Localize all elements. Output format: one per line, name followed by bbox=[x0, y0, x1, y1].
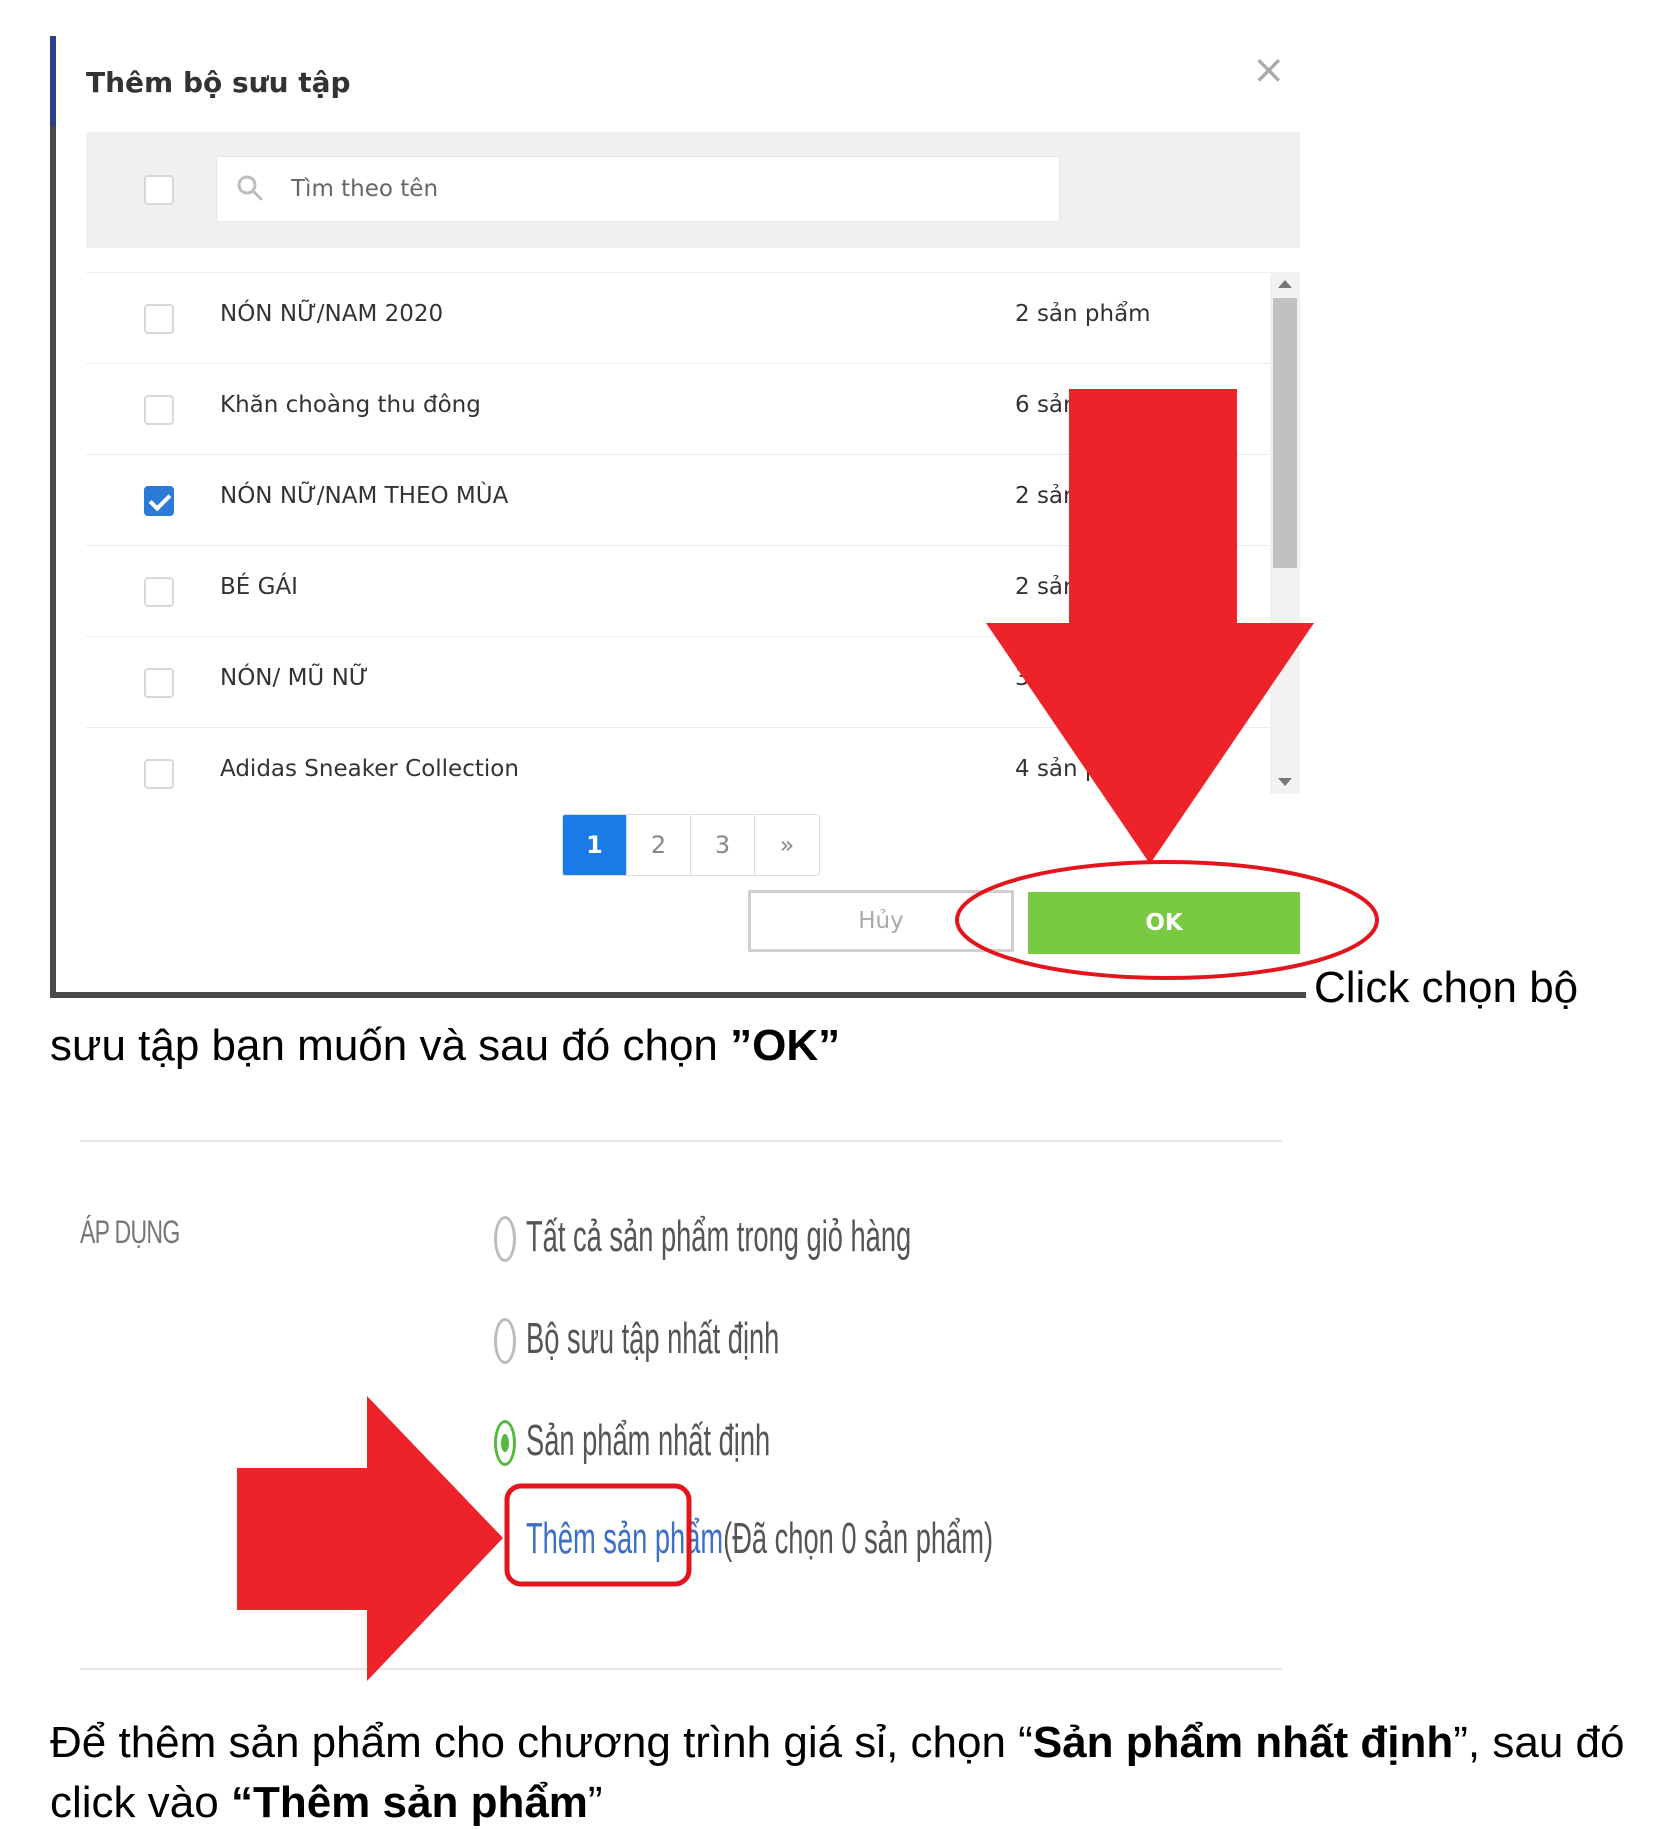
list-scrollbar[interactable] bbox=[1270, 272, 1300, 794]
collection-row[interactable]: BÉ GÁI 2 sản phẩm bbox=[86, 546, 1270, 637]
pagination: 1 2 3 » bbox=[562, 814, 820, 876]
scroll-thumb[interactable] bbox=[1273, 298, 1297, 568]
collection-name: NÓN NỮ/NAM 2020 bbox=[220, 301, 444, 327]
caption-2: Để thêm sản phẩm cho chương trình giá sỉ… bbox=[50, 1713, 1630, 1829]
row-checkbox[interactable] bbox=[144, 304, 174, 334]
add-product-line: Thêm sản phẩm(Đã chọn 0 sản phẩm) bbox=[526, 1514, 993, 1566]
option-label: Bộ sưu tập nhất định bbox=[526, 1314, 780, 1363]
page-1-button[interactable]: 1 bbox=[563, 815, 627, 875]
collection-row[interactable]: Khăn choàng thu đông 6 sản phẩm bbox=[86, 364, 1270, 455]
option-label: Tất cả sản phẩm trong giỏ hàng bbox=[526, 1212, 912, 1261]
collection-row[interactable]: NÓN NỮ/NAM THEO MÙA 2 sản phẩm bbox=[86, 455, 1270, 546]
product-count: 2 sản phẩm bbox=[1015, 574, 1151, 600]
select-all-checkbox[interactable] bbox=[144, 175, 174, 205]
row-checkbox-checked[interactable] bbox=[144, 486, 174, 516]
product-count: 2 sản phẩm bbox=[1015, 301, 1151, 327]
page-3-button[interactable]: 3 bbox=[691, 815, 755, 875]
collection-name: Khăn choàng thu đông bbox=[220, 392, 481, 418]
radio-selected[interactable] bbox=[494, 1420, 516, 1466]
next-page-button[interactable]: » bbox=[755, 815, 819, 875]
caption-1-line-2: sưu tập bạn muốn và sau đó chọn ”OK” bbox=[50, 1016, 840, 1076]
collection-name: Adidas Sneaker Collection bbox=[220, 756, 519, 782]
collection-name: BÉ GÁI bbox=[220, 574, 298, 600]
collection-list: NÓN NỮ/NAM 2020 2 sản phẩm Khăn choàng t… bbox=[86, 272, 1270, 794]
collection-name: NÓN/ MŨ NỮ bbox=[220, 665, 369, 691]
row-checkbox[interactable] bbox=[144, 577, 174, 607]
modal-toolbar bbox=[86, 132, 1300, 248]
page-2-button[interactable]: 2 bbox=[627, 815, 691, 875]
caption-2-bold-2: “Thêm sản phẩm bbox=[230, 1778, 588, 1827]
collection-row[interactable]: NÓN/ MŨ NỮ 3 sản phẩm bbox=[86, 637, 1270, 728]
caption-1-bold: ”OK” bbox=[730, 1021, 841, 1070]
close-icon[interactable]: × bbox=[1252, 50, 1286, 90]
selected-product-info: (Đã chọn 0 sản phẩm) bbox=[723, 1514, 994, 1563]
ok-button[interactable]: OK bbox=[1028, 892, 1300, 954]
caption-2-text-3: ” bbox=[587, 1778, 603, 1827]
product-count: 2 sản phẩm bbox=[1015, 483, 1151, 509]
row-checkbox[interactable] bbox=[144, 395, 174, 425]
row-checkbox[interactable] bbox=[144, 759, 174, 789]
row-checkbox[interactable] bbox=[144, 668, 174, 698]
collection-row[interactable]: NÓN NỮ/NAM 2020 2 sản phẩm bbox=[86, 273, 1270, 364]
modal-title: Thêm bộ sưu tập bbox=[86, 66, 351, 99]
apply-section: ÁP DỤNG Tất cả sản phẩm trong giỏ hàng B… bbox=[80, 1140, 1282, 1670]
search-icon bbox=[237, 175, 263, 201]
search-box bbox=[216, 156, 1060, 222]
caption-2-text-1: Để thêm sản phẩm cho chương trình giá sỉ… bbox=[50, 1718, 1033, 1767]
option-label: Sản phẩm nhất định bbox=[526, 1416, 771, 1465]
radio-unselected[interactable] bbox=[494, 1318, 516, 1364]
add-collection-modal: Thêm bộ sưu tập × NÓN NỮ/NAM 2020 2 sản … bbox=[50, 36, 1306, 998]
collection-row[interactable]: Adidas Sneaker Collection 4 sản phẩm bbox=[86, 728, 1270, 794]
caption-1-line-1: Click chọn bộ bbox=[1314, 963, 1579, 1012]
scroll-up-icon[interactable] bbox=[1278, 280, 1292, 288]
search-input[interactable] bbox=[291, 157, 1031, 221]
cancel-button[interactable]: Hủy bbox=[748, 890, 1014, 952]
product-count: 4 sản phẩm bbox=[1015, 756, 1151, 782]
product-count: 3 sản phẩm bbox=[1015, 665, 1151, 691]
radio-unselected[interactable] bbox=[494, 1216, 516, 1262]
product-count: 6 sản phẩm bbox=[1015, 392, 1151, 418]
caption-2-bold-1: Sản phẩm nhất định bbox=[1032, 1718, 1454, 1767]
add-product-link[interactable]: Thêm sản phẩm bbox=[526, 1514, 723, 1563]
scroll-down-icon[interactable] bbox=[1278, 778, 1292, 786]
collection-name: NÓN NỮ/NAM THEO MÙA bbox=[220, 483, 509, 509]
caption-1-text: sưu tập bạn muốn và sau đó chọn bbox=[50, 1021, 731, 1070]
apply-label: ÁP DỤNG bbox=[80, 1214, 180, 1250]
modal-edge-accent bbox=[50, 36, 56, 126]
